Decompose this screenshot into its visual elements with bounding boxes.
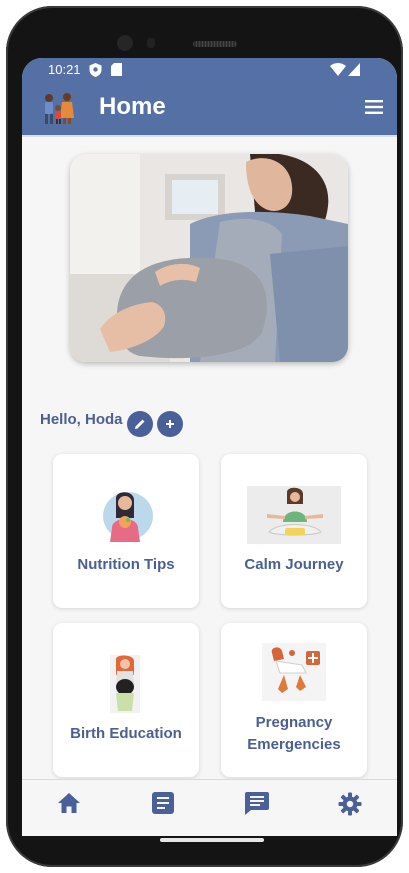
status-bar: 10:21	[22, 58, 397, 82]
emergency-illustration-icon	[262, 643, 326, 701]
birth-education-illustration-icon	[110, 655, 140, 713]
status-time: 10:21	[48, 62, 81, 77]
settings-icon[interactable]	[338, 792, 362, 816]
article-icon[interactable]	[152, 792, 174, 814]
meditation-illustration-icon	[247, 486, 341, 544]
card-label: Pregnancy Emergencies	[247, 714, 341, 753]
calm-journey-card[interactable]: Calm Journey	[221, 454, 367, 608]
birth-education-card[interactable]: Birth Education	[53, 623, 199, 777]
gesture-home-bar[interactable]	[160, 838, 264, 842]
home-icon[interactable]	[57, 792, 81, 814]
family-logo-icon	[45, 93, 74, 124]
shield-icon	[89, 63, 102, 77]
app-screen: 10:21 Home Hello, Hoda Nutrition Tips Ca…	[22, 58, 397, 836]
signal-icon	[348, 63, 360, 76]
nutrition-illustration-icon	[103, 492, 153, 542]
front-camera	[117, 35, 133, 51]
wifi-icon	[330, 63, 346, 76]
card-label: Calm Journey	[244, 556, 344, 573]
pregnancy-emergencies-card[interactable]: Pregnancy Emergencies	[221, 623, 367, 777]
app-bar: Home	[22, 82, 397, 137]
plus-icon	[166, 420, 174, 428]
sim-card-icon	[111, 63, 122, 76]
sensor	[147, 38, 155, 48]
earpiece-speaker	[193, 41, 237, 47]
chat-icon[interactable]	[245, 792, 269, 815]
hero-image-pregnant-woman	[70, 154, 348, 362]
greeting-text: Hello, Hoda	[40, 411, 123, 428]
card-label: Nutrition Tips	[77, 556, 175, 573]
bottom-navigation	[22, 779, 397, 828]
page-title: Home	[99, 93, 166, 120]
menu-icon[interactable]	[365, 100, 383, 114]
edit-profile-button[interactable]	[127, 411, 153, 437]
card-label: Birth Education	[70, 725, 182, 742]
add-button[interactable]	[157, 411, 183, 437]
nutrition-tips-card[interactable]: Nutrition Tips	[53, 454, 199, 608]
pencil-icon	[135, 419, 145, 429]
